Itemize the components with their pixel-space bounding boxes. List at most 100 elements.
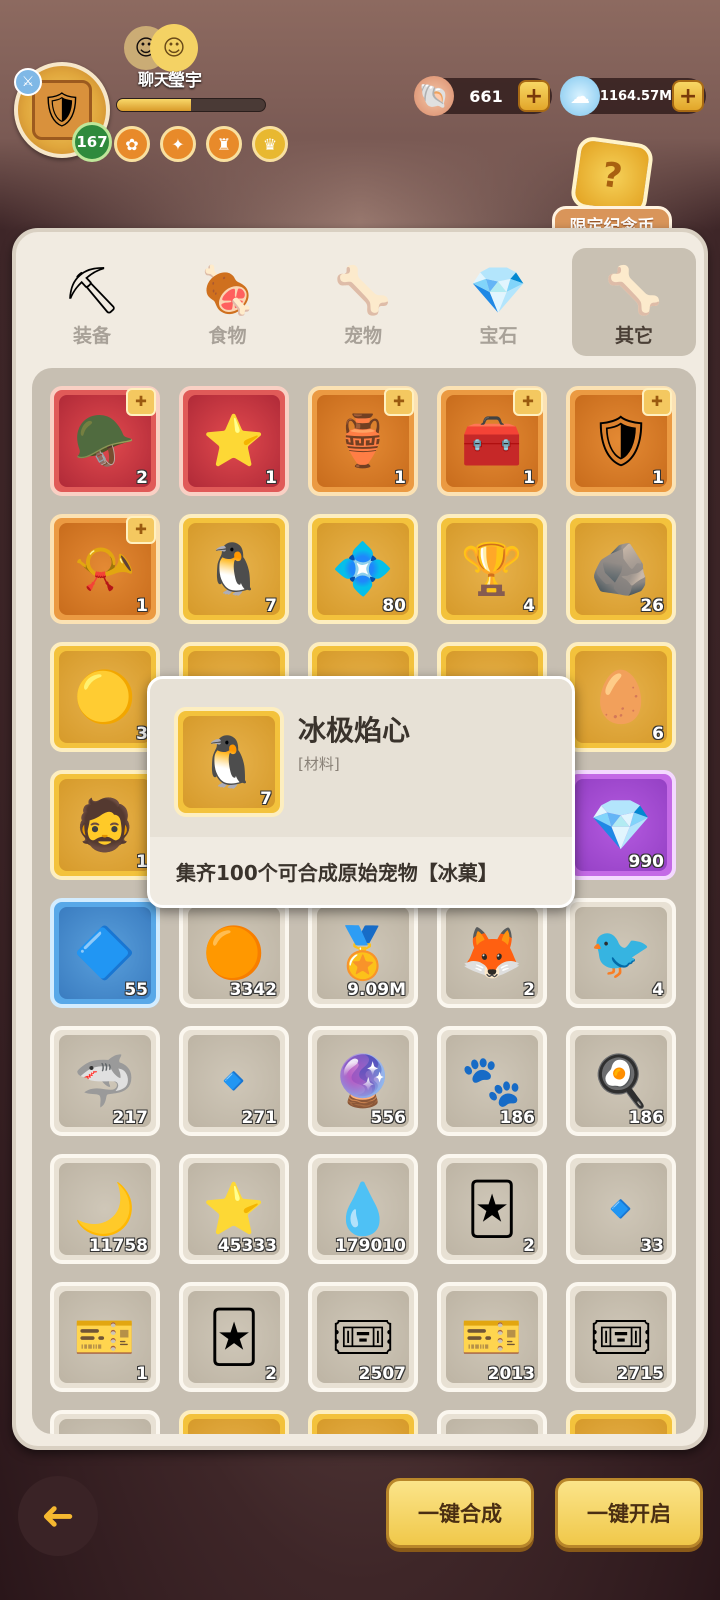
inventory-item[interactable]: 🎫 2013 (437, 1282, 547, 1392)
inventory-item[interactable]: 🌙 11758 (50, 1154, 160, 1264)
perk-icon[interactable]: ✦ (160, 126, 196, 162)
inventory-item[interactable]: 🏺 1 ✚ (308, 386, 418, 496)
tooltip-item-count: 7 (260, 789, 272, 809)
item-count: 1 (523, 468, 535, 488)
inventory-item[interactable] (566, 1410, 676, 1434)
inventory-item[interactable]: 🎟 2715 (566, 1282, 676, 1392)
inventory-item[interactable]: 💠 80 (308, 514, 418, 624)
item-count: 4 (652, 980, 664, 1000)
inventory-item[interactable]: 🦈 217 (50, 1026, 160, 1136)
perk-icons: ✿ ✦ ♜ ♛ (114, 126, 288, 162)
currency-shell: 🐚 661 + (414, 76, 552, 116)
tab-label: 食物 (208, 325, 247, 347)
item-count: 1 (394, 468, 406, 488)
crown-icon[interactable]: ♛ (252, 126, 288, 162)
item-count: 11758 (88, 1236, 148, 1256)
inventory-item[interactable]: 🟠 3342 (179, 898, 289, 1008)
item-icon: 🌙 (73, 1180, 137, 1238)
inventory-item[interactable] (308, 1410, 418, 1434)
inventory-item[interactable] (437, 1410, 547, 1434)
inventory-item[interactable]: 🦊 2 (437, 898, 547, 1008)
puzzle-piece-icon: ✚ (642, 388, 672, 416)
inventory-item[interactable]: 🧰 1 ✚ (437, 386, 547, 496)
add-shell-button[interactable]: + (518, 80, 550, 112)
inventory-item[interactable]: 🐧 7 (179, 514, 289, 624)
currency-value: 1164.57M (599, 88, 673, 104)
chat-label[interactable]: 聊天 (138, 66, 170, 90)
item-icon: 🎟 (589, 1308, 653, 1366)
perk-icon[interactable]: ✿ (114, 126, 150, 162)
item-icon: 📯 (73, 540, 137, 598)
inventory-item[interactable]: ⭐ 45333 (179, 1154, 289, 1264)
inventory-item[interactable]: 🎫 1 (50, 1282, 160, 1392)
inventory-item[interactable]: 🥚 6 (566, 642, 676, 752)
xp-bar-fill (117, 99, 191, 111)
item-icon: 🪖 (73, 412, 137, 470)
inventory-item[interactable]: 🏅 9.09M (308, 898, 418, 1008)
inventory-item[interactable]: 🏆 4 (437, 514, 547, 624)
item-count: 217 (112, 1108, 149, 1128)
item-icon: 🔹 (202, 1052, 266, 1110)
inventory-item[interactable]: 🪖 2 ✚ (50, 386, 160, 496)
inventory-item[interactable]: 🐦 4 (566, 898, 676, 1008)
item-tooltip: 🐧 7 冰极焰心 [材料] 集齐100个可合成原始宠物【冰菓】 (147, 676, 575, 908)
inventory-item[interactable]: 💎 990 (566, 770, 676, 880)
item-count: 6 (652, 724, 664, 744)
item-count: 2 (523, 1236, 535, 1256)
inventory-item[interactable] (50, 1410, 160, 1434)
inventory-item[interactable]: 🔮 556 (308, 1026, 418, 1136)
inventory-item[interactable]: ⭐ 1 (179, 386, 289, 496)
inventory-item[interactable]: 🔹 271 (179, 1026, 289, 1136)
tab-3[interactable]: 💎 宝石 (437, 248, 561, 356)
item-icon: 💎 (589, 796, 653, 854)
tab-icon: 🍖 (198, 263, 257, 317)
item-count: 7 (265, 596, 277, 616)
tooltip-item-icon: 🐧 7 (174, 707, 284, 817)
item-count: 186 (628, 1108, 665, 1128)
add-crystal-button[interactable]: + (672, 80, 704, 112)
currency-value: 661 (469, 86, 503, 106)
item-count: 55 (124, 980, 148, 1000)
inventory-item[interactable]: 🃏 2 (437, 1154, 547, 1264)
item-icon: 🐧 (202, 540, 266, 598)
inventory-item[interactable]: 🧔 1 (50, 770, 160, 880)
item-icon: 🃏 (466, 1180, 518, 1238)
one-click-merge-button[interactable]: 一键合成 (386, 1478, 534, 1548)
item-icon: 🎫 (460, 1308, 524, 1366)
back-arrow-icon: ➜ (41, 1493, 75, 1539)
item-icon: 🟠 (202, 924, 266, 982)
inventory-item[interactable]: 📯 1 ✚ (50, 514, 160, 624)
xp-bar (116, 98, 266, 112)
inventory-tabs: ⛏ 装备 🍖 食物 🦴 宠物 💎 宝石 🦴 其它 (30, 248, 696, 360)
tab-1[interactable]: 🍖 食物 (166, 248, 290, 356)
inventory-item[interactable]: 🪨 26 (566, 514, 676, 624)
inventory-item[interactable]: 🔹 33 (566, 1154, 676, 1264)
inventory-item[interactable]: 🟡 3 (50, 642, 160, 752)
back-button[interactable]: ➜ (18, 1476, 98, 1556)
inventory-item[interactable]: 🔷 55 (50, 898, 160, 1008)
inventory-item[interactable] (179, 1410, 289, 1434)
item-count: 2715 (616, 1364, 664, 1384)
inventory-item[interactable]: 🐾 186 (437, 1026, 547, 1136)
inventory-item[interactable]: 🃏 2 (179, 1282, 289, 1392)
inventory-item[interactable]: 🍳 186 (566, 1026, 676, 1136)
tab-4[interactable]: 🦴 其它 (572, 248, 696, 356)
item-icon: 🎫 (73, 1308, 137, 1366)
inventory-item[interactable]: 🛡 1 ✚ (566, 386, 676, 496)
perk-icon[interactable]: ♜ (206, 126, 242, 162)
item-count: 1 (136, 596, 148, 616)
item-count: 179010 (335, 1236, 406, 1256)
tab-icon: 💎 (469, 263, 528, 317)
tab-0[interactable]: ⛏ 装备 (30, 248, 154, 356)
item-count: 2 (265, 1364, 277, 1384)
item-count: 26 (640, 596, 664, 616)
puzzle-piece-icon: ✚ (126, 388, 156, 416)
shell-icon: 🐚 (414, 76, 454, 116)
one-click-open-button[interactable]: 一键开启 (555, 1478, 703, 1548)
chat-icon[interactable]: ☺ (150, 24, 198, 72)
inventory-item[interactable]: 🎟 2507 (308, 1282, 418, 1392)
item-grid: 🪖 2 ✚ ⭐ 1 🏺 1 ✚ 🧰 1 ✚ 🛡 1 ✚ 📯 1 ✚ 🐧 7 💠 80 🏆 4 🪨 26 🟡 3 🥚 6 🧔 1 💎 990 🔷 55… (50, 386, 676, 1434)
item-count: 186 (499, 1108, 536, 1128)
inventory-item[interactable]: 💧 179010 (308, 1154, 418, 1264)
tab-2[interactable]: 🦴 宠物 (301, 248, 425, 356)
